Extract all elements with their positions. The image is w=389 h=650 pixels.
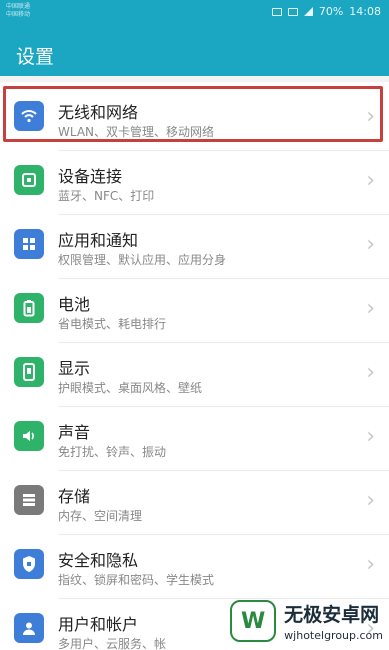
- chevron-right-icon: ›: [366, 552, 375, 577]
- battery-level: 70%: [318, 5, 344, 18]
- sim-icon: [271, 7, 282, 16]
- clock: 14:08: [349, 5, 381, 18]
- system-status: 70% 14:08: [271, 5, 381, 18]
- setting-security-privacy[interactable]: 安全和隐私 指纹、锁屏和密码、学生模式 ›: [0, 536, 389, 598]
- setting-title: 应用和通知: [58, 231, 139, 250]
- storage-icon: [14, 485, 44, 515]
- setting-title: 安全和隐私: [58, 551, 139, 570]
- setting-subtitle: 多用户、云服务、帐: [58, 637, 167, 650]
- carrier-line-1: 中国联通: [6, 3, 31, 10]
- divider: [58, 406, 389, 407]
- divider: [58, 598, 389, 599]
- app-header: 设置: [0, 26, 389, 76]
- setting-subtitle: 免打扰、铃声、振动: [58, 445, 167, 459]
- apps-icon: [14, 229, 44, 259]
- setting-device-connection[interactable]: 设备连接 蓝牙、NFC、打印 ›: [0, 152, 389, 214]
- setting-subtitle: 指纹、锁屏和密码、学生模式: [58, 573, 215, 587]
- setting-display[interactable]: 显示 护眼模式、桌面风格、壁纸 ›: [0, 344, 389, 406]
- settings-list: 无线和网络 WLAN、双卡管理、移动网络 › 设备连接 蓝牙、NFC、打印 › …: [0, 82, 389, 650]
- device-connect-icon: [14, 165, 44, 195]
- divider: [58, 150, 389, 151]
- setting-subtitle: 护眼模式、桌面风格、壁纸: [58, 381, 203, 395]
- watermark: W 无极安卓网 wjhotelgroup.com: [230, 600, 383, 642]
- divider: [58, 278, 389, 279]
- shield-icon: [14, 549, 44, 579]
- battery-icon: [14, 293, 44, 323]
- setting-title: 用户和帐户: [58, 615, 139, 634]
- chevron-right-icon: ›: [366, 232, 375, 257]
- setting-subtitle: 权限管理、默认应用、应用分身: [58, 253, 227, 267]
- setting-subtitle: 内存、空间清理: [58, 509, 143, 523]
- sound-icon: [14, 421, 44, 451]
- setting-title: 显示: [58, 359, 91, 378]
- carrier-info: 中国联通 中国移动: [6, 3, 30, 19]
- watermark-title: 无极安卓网: [284, 604, 380, 626]
- setting-apps-notifications[interactable]: 应用和通知 权限管理、默认应用、应用分身 ›: [0, 216, 389, 278]
- watermark-url: wjhotelgroup.com: [284, 629, 383, 642]
- chevron-right-icon: ›: [366, 168, 375, 193]
- setting-sound[interactable]: 声音 免打扰、铃声、振动 ›: [0, 408, 389, 470]
- w-logo-icon: W: [230, 600, 277, 642]
- chevron-right-icon: ›: [366, 360, 375, 385]
- setting-title: 声音: [58, 423, 91, 442]
- page-title: 设置: [16, 46, 55, 68]
- display-icon: [14, 357, 44, 387]
- divider: [58, 470, 389, 471]
- setting-battery[interactable]: 电池 省电模式、耗电排行 ›: [0, 280, 389, 342]
- divider: [58, 214, 389, 215]
- setting-subtitle: 蓝牙、NFC、打印: [58, 189, 155, 203]
- setting-title: 电池: [58, 295, 91, 314]
- wifi-status-icon: [287, 7, 298, 16]
- setting-title: 存储: [58, 487, 91, 506]
- user-icon: [14, 613, 44, 643]
- setting-subtitle: 省电模式、耗电排行: [58, 317, 167, 331]
- chevron-right-icon: ›: [366, 296, 375, 321]
- chevron-right-icon: ›: [366, 488, 375, 513]
- setting-storage[interactable]: 存储 内存、空间清理 ›: [0, 472, 389, 534]
- divider: [58, 534, 389, 535]
- divider: [58, 342, 389, 343]
- signal-icon: [303, 7, 313, 16]
- status-bar: 中国联通 中国移动 70% 14:08: [0, 0, 389, 26]
- carrier-line-2: 中国移动: [6, 11, 31, 18]
- watermark-text: 无极安卓网 wjhotelgroup.com: [284, 600, 383, 642]
- setting-title: 设备连接: [58, 167, 123, 186]
- highlight-box: [3, 86, 383, 142]
- chevron-right-icon: ›: [366, 424, 375, 449]
